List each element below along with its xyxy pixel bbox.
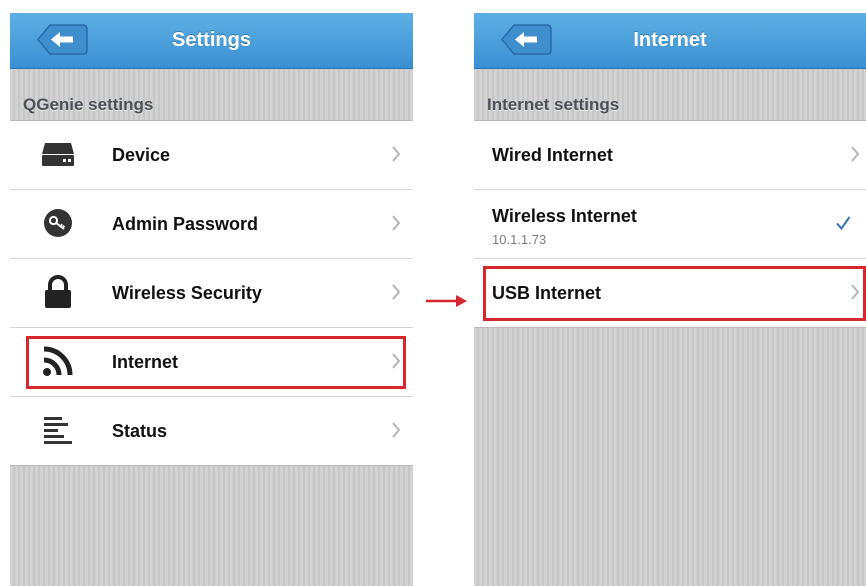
back-button[interactable] [500, 23, 552, 56]
internet-item-label: Wired Internet [492, 145, 613, 165]
ip-address: 10.1.1.73 [492, 232, 547, 247]
internet-item-label: Wireless Internet [492, 206, 637, 226]
chevron-right-icon [392, 284, 401, 300]
navigation-bar: Settings [10, 13, 413, 69]
router-icon [40, 136, 76, 172]
lock-icon [40, 274, 76, 310]
section-header: QGenie settings [23, 95, 154, 114]
settings-list: Device Admin Password Wireless Security … [10, 120, 413, 466]
back-arrow-icon [501, 24, 552, 55]
chevron-right-icon [392, 215, 401, 231]
checkmark-icon [836, 216, 851, 231]
settings-item-label: Admin Password [112, 214, 259, 234]
settings-item-label: Device [112, 145, 171, 165]
internet-options-list: Wired Internet Wireless Internet 10.1.1.… [474, 120, 866, 328]
status-list-icon [40, 412, 76, 448]
settings-item-wireless-security[interactable]: Wireless Security [10, 259, 413, 328]
settings-item-label: Internet [112, 352, 179, 372]
back-button[interactable] [36, 23, 88, 56]
internet-screen: Internet Internet settings Wired Interne… [474, 13, 866, 586]
chevron-right-icon [392, 422, 401, 438]
internet-item-label: USB Internet [492, 283, 602, 303]
chevron-right-icon [392, 146, 401, 162]
internet-item-wireless[interactable]: Wireless Internet 10.1.1.73 [474, 190, 866, 259]
transition-arrow-icon [426, 295, 467, 307]
settings-item-device[interactable]: Device [10, 121, 413, 190]
settings-item-admin-password[interactable]: Admin Password [10, 190, 413, 259]
settings-item-label: Wireless Security [112, 283, 262, 303]
key-icon [40, 205, 76, 241]
settings-item-internet[interactable]: Internet [10, 328, 413, 397]
internet-item-usb[interactable]: USB Internet [474, 259, 866, 327]
settings-item-status[interactable]: Status [10, 397, 413, 465]
internet-item-wired[interactable]: Wired Internet [474, 121, 866, 190]
back-arrow-icon [37, 24, 88, 55]
navigation-bar: Internet [474, 13, 866, 69]
rss-icon [40, 343, 76, 379]
settings-screen: Settings QGenie settings Device Admin Pa… [10, 13, 413, 586]
section-header: Internet settings [487, 95, 620, 114]
chevron-right-icon [392, 353, 401, 369]
chevron-right-icon [851, 146, 860, 162]
chevron-right-icon [851, 284, 860, 300]
settings-item-label: Status [112, 421, 168, 441]
